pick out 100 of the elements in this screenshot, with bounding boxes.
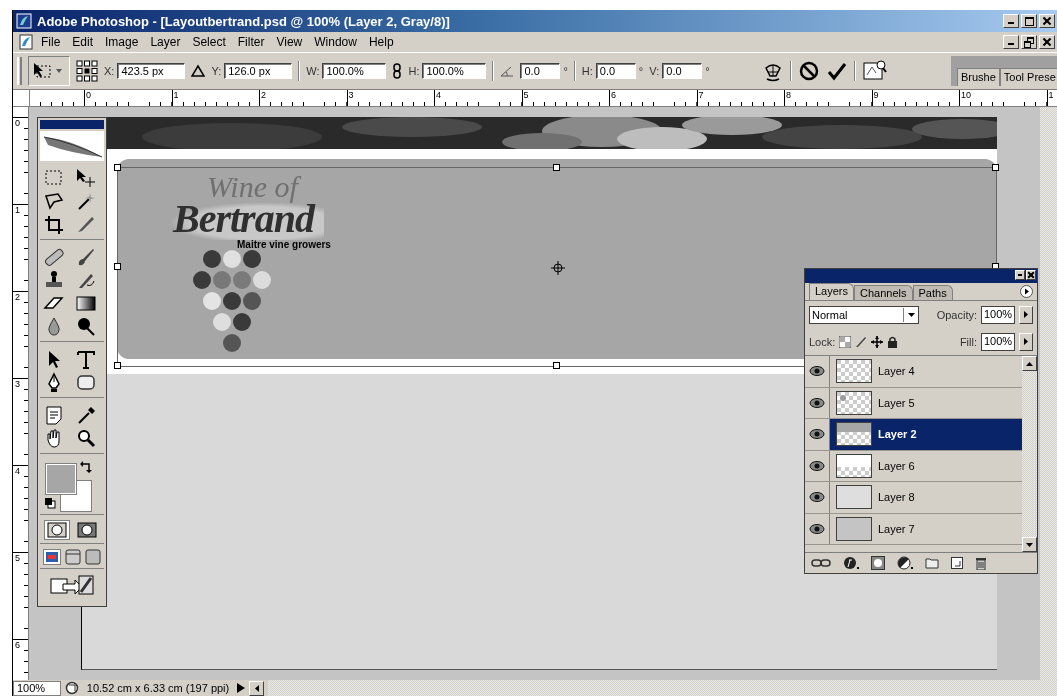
menu-item[interactable]: Image (99, 35, 145, 49)
status-icon[interactable] (65, 681, 79, 695)
scroll-left-button[interactable] (249, 680, 264, 696)
default-colors-icon[interactable] (45, 498, 56, 509)
crosshair-icon[interactable] (551, 261, 565, 275)
fill-field[interactable]: 100% (981, 332, 1015, 351)
palette-title-bar[interactable] (805, 269, 1037, 283)
trash-icon[interactable] (975, 556, 987, 570)
menu-item[interactable]: Edit (66, 35, 100, 49)
palette-tab[interactable]: Tool Prese (999, 68, 1057, 86)
menu-item[interactable]: Window (308, 35, 363, 49)
move-arrows-icon[interactable] (871, 335, 884, 348)
feather-icon[interactable] (40, 131, 104, 161)
swap-arrows-icon[interactable] (80, 461, 92, 473)
scroll-track[interactable] (268, 680, 1057, 696)
file-browser-icon[interactable] (861, 59, 888, 83)
half-circle-icon[interactable] (897, 556, 913, 570)
foreground-color-swatch[interactable] (46, 464, 76, 494)
minimize-button[interactable] (1015, 270, 1025, 280)
panel-tab[interactable]: Channels (854, 285, 913, 300)
minimize-button[interactable] (1003, 14, 1019, 28)
transform-handle[interactable] (114, 362, 121, 369)
jump-to-app-icon[interactable] (49, 574, 95, 596)
text-field[interactable]: 100.0% (322, 63, 387, 79)
minimize-button[interactable] (1003, 35, 1019, 49)
text-field[interactable]: 100.0% (422, 63, 487, 79)
link-icon[interactable] (811, 558, 831, 568)
up-arrow-icon[interactable] (1026, 361, 1033, 366)
zoom-field[interactable]: 100% (13, 680, 61, 696)
slider-button[interactable] (1019, 332, 1033, 351)
eye-icon[interactable] (809, 491, 825, 504)
full-screen-icon[interactable] (85, 549, 101, 565)
menu-item[interactable]: View (270, 35, 309, 49)
ruler-label: 6 (609, 90, 697, 106)
toolbar-grip[interactable] (17, 57, 22, 85)
transform-handle[interactable] (553, 164, 560, 171)
eye-icon[interactable] (809, 459, 825, 472)
palette-tab[interactable]: Brushe (957, 68, 1000, 86)
close-button[interactable] (1026, 270, 1036, 280)
blend-mode-dropdown[interactable]: Normal (809, 305, 919, 324)
new-layer-icon[interactable] (951, 557, 963, 569)
panel-tab[interactable]: Layers (809, 283, 855, 300)
text-field[interactable]: 423.5 px (117, 63, 186, 79)
type-icon[interactable] (74, 348, 98, 370)
menu-item[interactable]: Filter (231, 35, 271, 49)
layer-style-icon[interactable] (843, 556, 859, 570)
layer-row[interactable]: Layer 4 (805, 356, 1022, 388)
ruler-label: 4 (434, 90, 522, 106)
menu-item[interactable]: Layer (144, 35, 187, 49)
text-field[interactable]: 126.0 px (224, 63, 293, 79)
text-field[interactable]: 0.0 (595, 63, 636, 79)
layer-name: Layer 6 (878, 459, 915, 472)
move-icon[interactable] (74, 167, 98, 189)
folder-icon[interactable] (925, 557, 939, 569)
scrollbar[interactable] (1022, 356, 1037, 552)
lasso-icon[interactable] (42, 190, 66, 212)
cancel-icon[interactable] (797, 60, 820, 82)
menu-item[interactable]: Help (362, 35, 400, 49)
layer-row[interactable]: Layer 2 (805, 419, 1022, 451)
field-label: Fill: (959, 335, 977, 348)
maximize-button[interactable] (1021, 14, 1037, 28)
standard-screen-icon[interactable] (43, 549, 61, 565)
transform-handle[interactable] (114, 263, 121, 270)
close-button[interactable] (1039, 14, 1055, 28)
layer-row[interactable]: Layer 8 (805, 482, 1022, 514)
crop-icon[interactable] (42, 213, 66, 235)
checkerboard-icon[interactable] (839, 335, 852, 348)
tool-preset-button[interactable] (28, 56, 70, 86)
mask-icon[interactable] (871, 556, 885, 570)
checkmark-icon[interactable] (825, 60, 848, 82)
eye-icon[interactable] (809, 522, 825, 535)
menu-item[interactable]: Select (186, 35, 232, 49)
restore-button[interactable] (1021, 35, 1037, 49)
full-screen-menu-icon[interactable] (65, 549, 81, 565)
caret-icon (55, 68, 63, 74)
down-arrow-icon[interactable] (1026, 542, 1033, 547)
text-field[interactable]: 0.0 (662, 63, 703, 79)
field-label: X: (104, 65, 115, 77)
reference-point-icon[interactable] (76, 60, 98, 82)
transform-handle[interactable] (553, 362, 560, 369)
slider-button[interactable] (1019, 305, 1033, 324)
close-button[interactable] (1039, 35, 1055, 49)
quick-mask-icon[interactable] (74, 520, 100, 540)
chain-link-icon[interactable] (392, 63, 403, 79)
standard-mode-icon[interactable] (44, 520, 70, 540)
play-arrow-icon[interactable] (237, 683, 245, 693)
scrollbar[interactable] (1040, 107, 1057, 680)
transform-handle[interactable] (992, 164, 999, 171)
panel-tab[interactable]: Paths (912, 285, 953, 300)
text-field[interactable]: 0.0 (520, 63, 561, 79)
eye-icon[interactable] (809, 428, 825, 441)
layer-row[interactable]: Layer 6 (805, 450, 1022, 482)
menu-item[interactable]: File (35, 35, 67, 49)
field-label: W: (306, 65, 320, 77)
transform-handle[interactable] (114, 164, 121, 171)
eye-icon[interactable] (809, 365, 825, 378)
eye-icon[interactable] (809, 396, 825, 409)
opacity-field[interactable]: 100% (981, 305, 1015, 324)
layer-row[interactable]: Layer 7 (805, 513, 1022, 545)
padlock-icon[interactable] (887, 335, 899, 348)
